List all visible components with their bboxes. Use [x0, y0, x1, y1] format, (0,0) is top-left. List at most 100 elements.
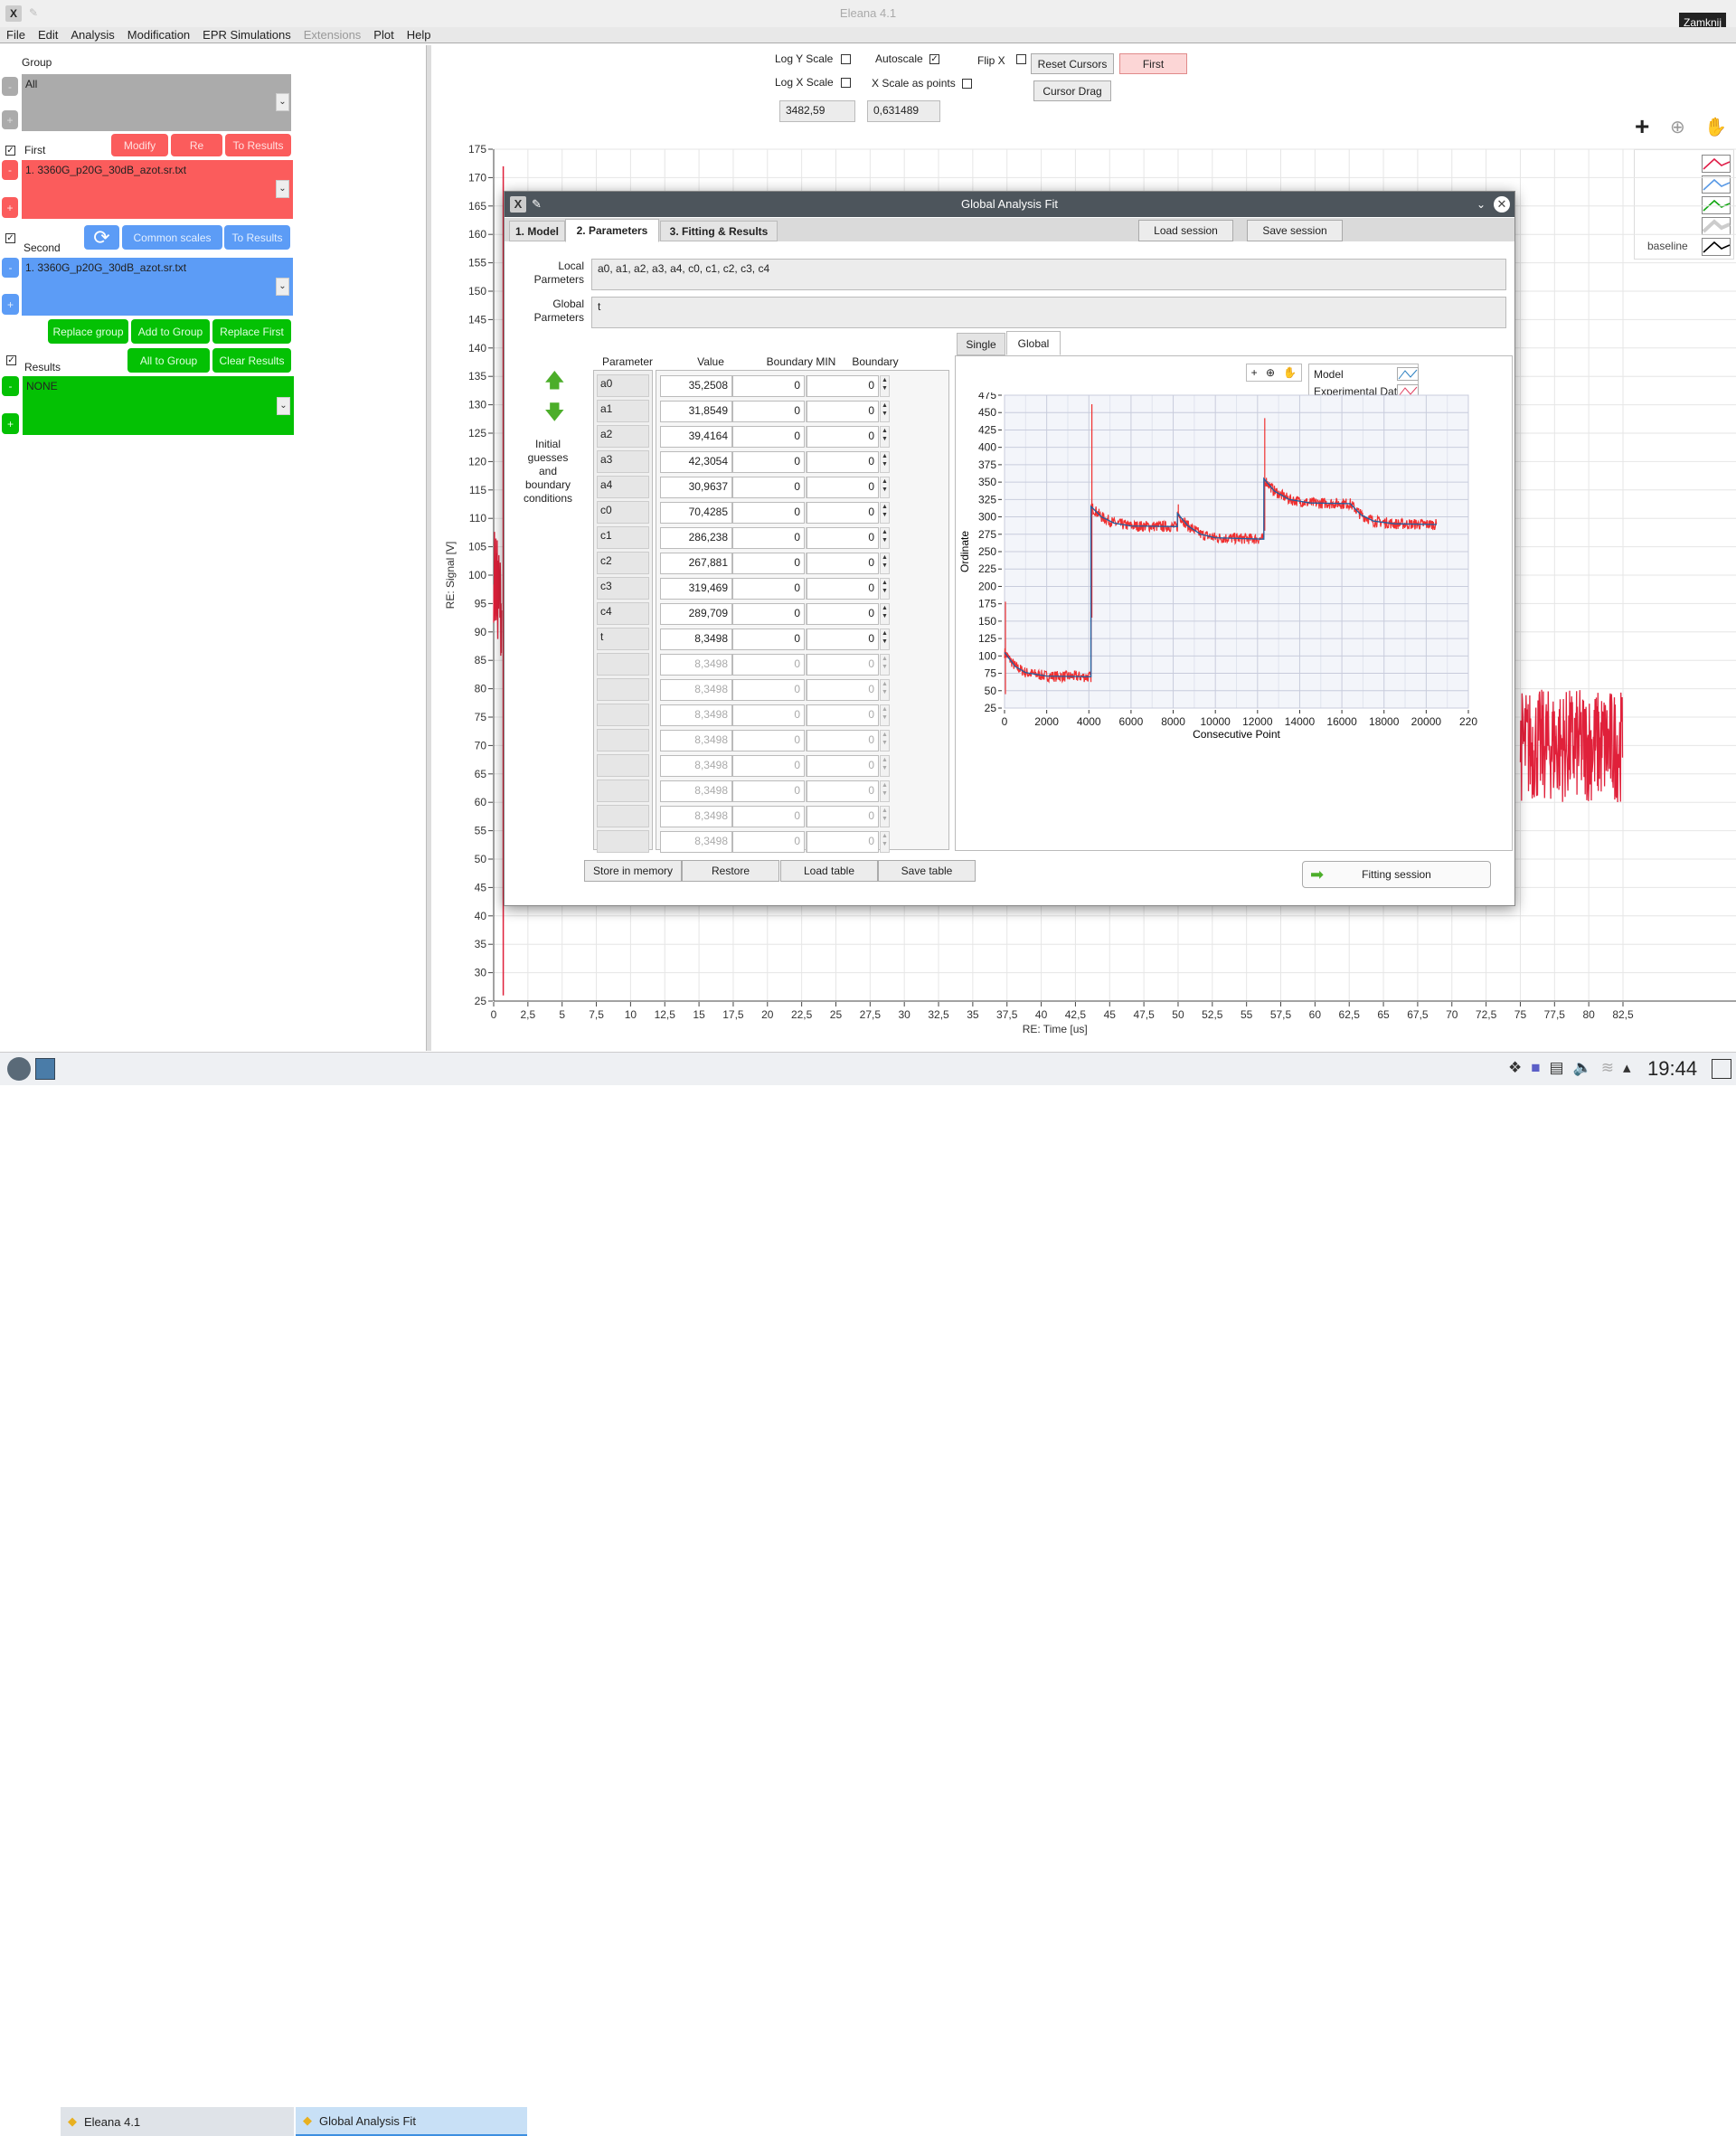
value-input[interactable]: 8,3498	[660, 780, 732, 802]
flip-x-checkbox[interactable]	[1016, 54, 1026, 64]
second-checkbox[interactable]: ✓	[5, 233, 15, 243]
local-parameters-field[interactable]: a0, a1, a2, a3, a4, c0, c1, c2, c3, c4	[591, 259, 1506, 290]
boundary-min-input[interactable]: 0	[732, 375, 805, 397]
refresh-icon[interactable]: ⟳	[84, 225, 119, 250]
desktop-icon[interactable]	[35, 1058, 55, 1080]
boundary-min-input[interactable]: 0	[732, 730, 805, 751]
first-minus-button[interactable]: -	[2, 160, 18, 180]
pin-icon[interactable]: ✎	[532, 192, 542, 217]
chevron-down-icon[interactable]: ⌄	[276, 180, 289, 198]
all-to-group-button[interactable]: All to Group	[127, 348, 210, 373]
spinner-arrows-icon[interactable]: ▲▼	[880, 401, 890, 422]
teams-icon[interactable]: ■	[1531, 1059, 1540, 1077]
boundary-min-input[interactable]: 0	[732, 502, 805, 524]
first-checkbox[interactable]: ✓	[5, 146, 15, 156]
spinner-arrows-icon[interactable]: ▲▼	[880, 553, 890, 574]
zoom-icon[interactable]: ⊕	[1266, 366, 1275, 379]
replace-first-button[interactable]: Replace First	[212, 319, 291, 344]
spinner-arrows-icon[interactable]: ▲▼	[880, 527, 890, 549]
second-minus-button[interactable]: -	[2, 258, 19, 278]
boundary-max-input[interactable]: 0	[807, 654, 879, 676]
boundary-min-input[interactable]: 0	[732, 629, 805, 650]
global-parameters-field[interactable]: t	[591, 297, 1506, 328]
spinner-arrows-icon[interactable]: ▲▼	[880, 375, 890, 397]
chevron-down-icon[interactable]: ⌄	[276, 278, 289, 296]
log-x-checkbox[interactable]	[841, 78, 851, 88]
splitter[interactable]	[426, 45, 431, 1051]
boundary-min-input[interactable]: 0	[732, 401, 805, 422]
replace-group-button[interactable]: Replace group	[48, 319, 128, 344]
menu-file[interactable]: File	[0, 27, 32, 43]
spinner-arrows-icon[interactable]: ▲▼	[880, 477, 890, 498]
menu-extensions[interactable]: Extensions	[297, 27, 368, 43]
value-input[interactable]: 319,469	[660, 578, 732, 600]
log-y-checkbox[interactable]	[841, 54, 851, 64]
second-to-results-button[interactable]: To Results	[224, 225, 290, 250]
group-plus-button[interactable]: +	[2, 110, 18, 129]
tab-single[interactable]: Single	[957, 333, 1005, 355]
dropbox-icon[interactable]: ❖	[1508, 1059, 1522, 1077]
group-minus-button[interactable]: -	[2, 77, 18, 96]
first-to-results-button[interactable]: To Results	[225, 134, 291, 156]
show-desktop-icon[interactable]	[1712, 1059, 1731, 1079]
results-select[interactable]: NONE	[23, 376, 294, 435]
boundary-max-input[interactable]: 0	[807, 831, 879, 853]
spinner-arrows-icon[interactable]: ▲▼	[880, 704, 890, 726]
tray-expand-icon[interactable]: ▴	[1623, 1059, 1631, 1077]
load-session-button[interactable]: Load session	[1138, 220, 1233, 241]
boundary-max-input[interactable]: 0	[807, 704, 879, 726]
re-button[interactable]: Re	[171, 134, 222, 156]
results-checkbox[interactable]: ✓	[6, 355, 16, 365]
boundary-min-input[interactable]: 0	[732, 477, 805, 498]
spinner-arrows-icon[interactable]: ▲▼	[880, 629, 890, 650]
value-input[interactable]: 267,881	[660, 553, 732, 574]
fitting-session-button[interactable]: ➡ Fitting session	[1302, 861, 1491, 888]
common-scales-button[interactable]: Common scales	[122, 225, 222, 250]
clipboard-icon[interactable]: ▤	[1550, 1059, 1564, 1077]
global-fit-plot[interactable]: 25 50 75 100 125 150 175 200 225 250 275 300 325 350 3…	[956, 392, 1512, 850]
boundary-min-input[interactable]: 0	[732, 704, 805, 726]
boundary-min-input[interactable]: 0	[732, 451, 805, 473]
close-icon[interactable]: ✕	[1494, 196, 1510, 213]
spinner-arrows-icon[interactable]: ▲▼	[880, 603, 890, 625]
boundary-min-input[interactable]: 0	[732, 603, 805, 625]
spinner-arrows-icon[interactable]: ▲▼	[880, 502, 890, 524]
start-menu-icon[interactable]	[7, 1057, 31, 1081]
save-session-button[interactable]: Save session	[1247, 220, 1343, 241]
spinner-arrows-icon[interactable]: ▲▼	[880, 426, 890, 448]
menu-help[interactable]: Help	[401, 27, 438, 43]
value-input[interactable]: 8,3498	[660, 629, 732, 650]
move-down-arrow-icon[interactable]: 🡇	[544, 397, 565, 431]
task-eleana[interactable]: ◆ Eleana 4.1	[61, 2107, 294, 2136]
cursor-drag-button[interactable]: Cursor Drag	[1033, 80, 1111, 101]
boundary-max-input[interactable]: 0	[807, 527, 879, 549]
value-input[interactable]: 31,8549	[660, 401, 732, 422]
boundary-max-input[interactable]: 0	[807, 553, 879, 574]
spinner-arrows-icon[interactable]: ▲▼	[880, 578, 890, 600]
menu-analysis[interactable]: Analysis	[64, 27, 120, 43]
boundary-min-input[interactable]: 0	[732, 755, 805, 777]
clear-results-button[interactable]: Clear Results	[212, 348, 291, 373]
boundary-min-input[interactable]: 0	[732, 527, 805, 549]
boundary-min-input[interactable]: 0	[732, 578, 805, 600]
spinner-arrows-icon[interactable]: ▲▼	[880, 780, 890, 802]
first-plus-button[interactable]: +	[2, 197, 18, 218]
tab-global[interactable]: Global	[1006, 331, 1061, 355]
tab-parameters[interactable]: 2. Parameters	[565, 219, 659, 242]
value-input[interactable]: 30,9637	[660, 477, 732, 498]
boundary-max-input[interactable]: 0	[807, 806, 879, 827]
spinner-arrows-icon[interactable]: ▲▼	[880, 755, 890, 777]
boundary-max-input[interactable]: 0	[807, 603, 879, 625]
second-select[interactable]: 1. 3360G_p20G_30dB_azot.sr.txt	[22, 258, 293, 316]
boundary-min-input[interactable]: 0	[732, 679, 805, 701]
autoscale-checkbox[interactable]: ✓	[929, 54, 939, 64]
load-table-button[interactable]: Load table	[780, 860, 878, 882]
spinner-arrows-icon[interactable]: ▲▼	[880, 679, 890, 701]
value-input[interactable]: 8,3498	[660, 806, 732, 827]
spinner-arrows-icon[interactable]: ▲▼	[880, 831, 890, 853]
group-select[interactable]: All	[22, 74, 291, 131]
x-scale-points-checkbox[interactable]	[962, 79, 972, 89]
chevron-down-icon[interactable]: ⌄	[276, 93, 289, 111]
store-in-memory-button[interactable]: Store in memory	[584, 860, 682, 882]
boundary-max-input[interactable]: 0	[807, 477, 879, 498]
